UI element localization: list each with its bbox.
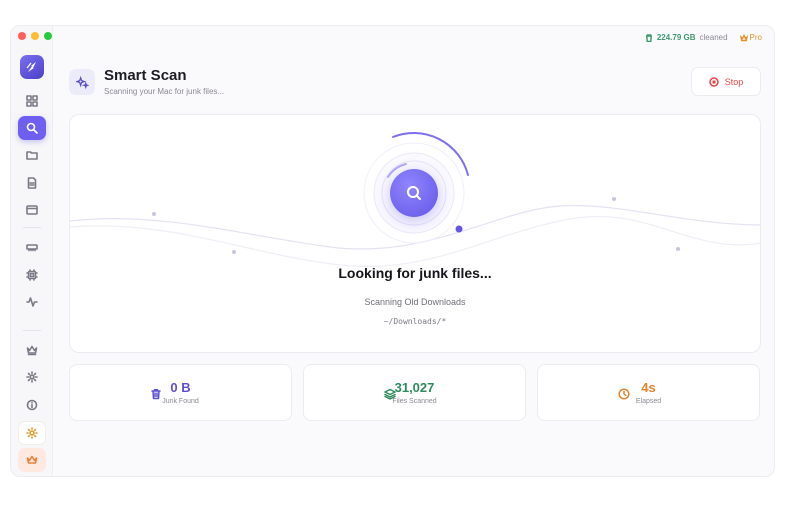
search-icon [407,186,421,200]
window-controls [18,32,52,40]
sidebar-item-dashboard[interactable] [18,89,46,113]
sidebar-item-cpu[interactable] [18,263,46,287]
scan-status-title: Looking for junk files... [338,265,492,281]
stop-label: Stop [724,76,744,87]
sidebar-item-memory[interactable] [18,235,46,259]
scan-search-orb [390,169,438,217]
trash-icon [645,33,652,42]
stat-card-junk-found: 0 B Junk Found [69,364,292,421]
files-scanned-value: 31,027 [394,380,435,395]
pro-label: Pro [749,33,762,42]
crown-icon [26,345,38,356]
storage-label: cleaned [699,33,728,42]
sidebar-item-smart-scan[interactable] [18,116,46,140]
bolt-icon [26,62,36,72]
elapsed-value: 4s [641,380,656,395]
sidebar-divider [23,227,41,228]
sidebar-item-about[interactable] [18,393,46,417]
stop-icon [708,76,719,87]
files-scanned-label: Files Scanned [392,398,437,405]
sidebar-item-monitor[interactable] [18,290,46,314]
crown-icon [26,455,38,464]
sparkles-icon [75,75,89,89]
pro-badge[interactable]: Pro [739,33,762,42]
window-icon [26,205,38,215]
theme-toggle-button[interactable] [18,421,46,445]
minimize-window-button[interactable] [31,32,39,40]
sidebar-item-settings[interactable] [18,365,46,389]
document-icon [27,177,37,189]
sidebar-item-premium[interactable] [18,338,46,362]
search-icon [26,122,38,134]
stop-button[interactable]: Stop [691,67,761,96]
sun-icon [26,427,38,439]
folder-icon [26,151,38,160]
elapsed-label: Elapsed [635,398,662,405]
app-window: 224.79 GB cleaned Pro Smart Scan Scannin… [10,25,775,477]
sidebar-item-documents[interactable] [18,171,46,195]
close-window-button[interactable] [18,32,26,40]
activity-icon [26,297,38,307]
sidebar [11,26,53,476]
junk-found-value: 0 B [170,380,191,395]
junk-found-label: Junk Found [162,398,199,405]
smart-scan-icon [69,69,95,95]
stat-card-files-scanned: 31,027 Files Scanned [303,364,526,421]
storage-amount: 224.79 GB [656,33,696,42]
upgrade-button[interactable] [18,448,46,472]
crown-icon [739,33,748,41]
grid-icon [26,95,38,107]
memory-icon [26,244,38,252]
stat-card-elapsed: 4s Elapsed [537,364,760,421]
chip-icon [26,269,38,281]
zoom-window-button[interactable] [44,32,52,40]
page-subtitle: Scanning your Mac for junk files... [104,87,225,96]
scan-progress-card: Looking for junk files... Scanning Old D… [69,114,761,353]
app-logo [20,55,44,79]
info-icon [26,399,38,411]
gear-icon [26,371,38,383]
storage-cleaned-indicator: 224.79 GB cleaned Pro [645,33,762,42]
sidebar-divider [23,330,41,331]
scan-current-step: Scanning Old Downloads [364,297,466,307]
sidebar-item-apps[interactable] [18,198,46,222]
scan-current-path: ~/Downloads/* [383,317,447,326]
sidebar-item-files[interactable] [18,143,46,167]
page-title: Smart Scan [104,67,187,84]
